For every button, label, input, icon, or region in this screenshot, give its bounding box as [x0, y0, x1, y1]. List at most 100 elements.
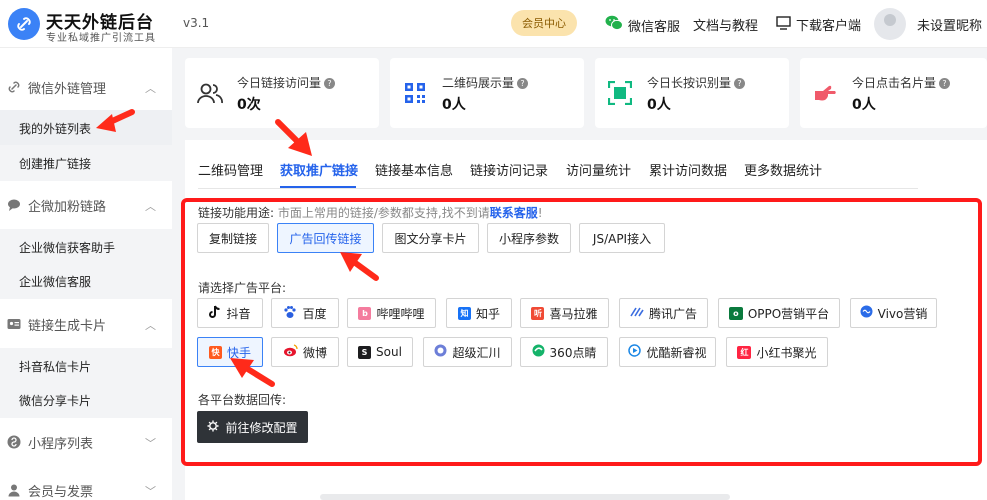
vip-center-button[interactable]: 会员中心 [511, 10, 577, 36]
edit-config-button[interactable]: 前往修改配置 [197, 411, 308, 443]
active-tab-indicator [280, 186, 356, 188]
sidebar-section-label: 链接生成卡片 [28, 318, 107, 334]
platform-baidu-button[interactable]: 百度 [271, 298, 339, 328]
callback-label: 各平台数据回传: [198, 393, 287, 407]
tab-access-log[interactable]: 链接访问记录 [470, 160, 548, 179]
stat-label: 今日长按识别量? [647, 74, 746, 91]
sidebar-section-label: 会员与发票 [28, 484, 94, 500]
user-icon [6, 482, 22, 498]
baidu-paw-icon [283, 305, 297, 322]
button-label: Soul [376, 345, 402, 359]
stat-card-namecard: 今日点击名片量? 0人 [800, 58, 987, 128]
red-arrow-annotation-icon [340, 252, 379, 281]
button-label: 小红书聚光 [756, 345, 817, 360]
button-label: 喜马拉雅 [549, 306, 598, 321]
tab-link-info[interactable]: 链接基本信息 [375, 160, 453, 179]
button-label: 360点睛 [549, 345, 597, 360]
tab-cumulative-data[interactable]: 累计访问数据 [649, 160, 727, 179]
sidebar-section-cards[interactable]: 链接生成卡片 ︿ [0, 304, 172, 344]
platform-vivo-button[interactable]: Vivo营销 [850, 298, 937, 328]
platform-360-button[interactable]: 360点睛 [520, 337, 608, 367]
download-client-link[interactable]: 下载客户端 [776, 15, 861, 34]
pointing-hand-icon [812, 80, 838, 106]
miniprogram-params-button[interactable]: 小程序参数 [487, 223, 571, 253]
avatar[interactable] [874, 8, 906, 40]
ximalaya-icon: 听 [531, 306, 545, 320]
help-icon[interactable]: ? [939, 78, 951, 89]
scan-icon [607, 80, 633, 106]
monitor-icon [776, 15, 791, 34]
tab-get-promo-link[interactable]: 获取推广链接 [280, 160, 358, 179]
button-label: 前往修改配置 [225, 420, 298, 435]
platform-soul-button[interactable]: S Soul [347, 337, 413, 367]
stat-label: 今日链接访问量? [237, 74, 336, 91]
copy-link-button[interactable]: 复制链接 [197, 223, 269, 253]
sidebar: 微信外链管理 ︿ 我的外链列表 创建推广链接 企微加粉链路 ︿ 企业微信获客助手… [0, 48, 172, 500]
usage-hint: 市面上常用的链接/参数都支持,找不到请 [277, 206, 490, 220]
username[interactable]: 未设置昵称 [917, 15, 982, 34]
stat-value: 0次 [237, 97, 261, 113]
chevron-down-icon: ﹀ [145, 485, 156, 498]
red-arrow-annotation-icon [230, 358, 275, 387]
sidebar-section-miniprogram[interactable]: 小程序列表 ﹀ [0, 422, 172, 462]
stat-value: 0人 [442, 97, 466, 113]
usage-note: 链接功能用途: 市面上常用的链接/参数都支持,找不到请联系客服! [198, 204, 543, 221]
platform-huichuan-button[interactable]: 超级汇川 [423, 337, 512, 367]
platform-douyin-button[interactable]: 抖音 [197, 298, 263, 328]
chevron-up-icon: ︿ [145, 82, 156, 95]
sidebar-item-label: 微信分享卡片 [19, 393, 92, 408]
stat-value: 0人 [647, 97, 671, 113]
help-icon[interactable]: ? [324, 78, 336, 89]
wechat-service-link[interactable]: 微信客服 [605, 15, 680, 35]
douyin-icon [209, 305, 221, 322]
sidebar-item-create-link[interactable]: 创建推广链接 [0, 145, 172, 181]
sidebar-item-my-links[interactable]: 我的外链列表 [0, 110, 172, 146]
sidebar-section-label: 企微加粉链路 [28, 199, 107, 215]
bilibili-icon: b [358, 306, 372, 320]
chevron-up-icon: ︿ [145, 200, 156, 213]
stat-label: 二维码展示量? [442, 74, 529, 91]
platform-xiaohongshu-button[interactable]: 红 小红书聚光 [726, 337, 828, 367]
platform-weibo-button[interactable]: 微博 [271, 337, 339, 367]
sidebar-section-wechat-links[interactable]: 微信外链管理 ︿ [0, 67, 172, 107]
platform-youku-button[interactable]: 优酷新睿视 [619, 337, 716, 367]
ad-callback-link-button[interactable]: 广告回传链接 [277, 223, 374, 253]
stat-card-qrcode: 二维码展示量? 0人 [390, 58, 584, 128]
qrcode-icon [402, 80, 428, 106]
article-card-button[interactable]: 图文分享卡片 [382, 223, 479, 253]
sidebar-item-douyin-card[interactable]: 抖音私信卡片 [0, 348, 172, 384]
miniprogram-icon [6, 434, 22, 450]
sidebar-item-wechat-card[interactable]: 微信分享卡片 [0, 382, 172, 418]
help-icon[interactable]: ? [734, 78, 746, 89]
button-label: 知乎 [475, 306, 500, 321]
stat-label: 今日点击名片量? [852, 74, 951, 91]
link-icon [6, 79, 22, 95]
docs-link[interactable]: 文档与教程 [693, 15, 758, 34]
sidebar-section-wecom[interactable]: 企微加粉链路 ︿ [0, 185, 172, 225]
sidebar-section-label: 小程序列表 [28, 436, 94, 452]
sidebar-item-label: 企业微信客服 [19, 274, 92, 289]
platform-tencent-ads-button[interactable]: 腾讯广告 [619, 298, 708, 328]
usage-end: ! [537, 206, 543, 220]
help-icon[interactable]: ? [517, 78, 529, 89]
platform-ximalaya-button[interactable]: 听 喜马拉雅 [520, 298, 609, 328]
gear-icon [207, 420, 219, 435]
bottom-scrollbar[interactable] [320, 494, 730, 500]
platform-bilibili-button[interactable]: b 哔哩哔哩 [347, 298, 436, 328]
platform-oppo-button[interactable]: o OPPO营销平台 [718, 298, 840, 328]
js-api-button[interactable]: JS/API接入 [579, 223, 665, 253]
tab-qrcode-manage[interactable]: 二维码管理 [198, 160, 263, 179]
tab-more-stats[interactable]: 更多数据统计 [744, 160, 822, 179]
xiaohongshu-icon: 红 [737, 345, 752, 359]
sidebar-section-membership[interactable]: 会员与发票 ﹀ [0, 470, 172, 500]
platform-zhihu-button[interactable]: 知 知乎 [446, 298, 512, 328]
wechat-service-label: 微信客服 [628, 19, 681, 35]
chevron-up-icon: ︿ [145, 319, 156, 332]
sidebar-item-wecom-service[interactable]: 企业微信客服 [0, 263, 172, 299]
sidebar-item-wecom-assistant[interactable]: 企业微信获客助手 [0, 229, 172, 265]
contact-service-link[interactable]: 联系客服 [490, 206, 538, 220]
usage-label: 链接功能用途: [198, 206, 275, 220]
button-label: 百度 [302, 306, 327, 321]
tab-visit-stats[interactable]: 访问量统计 [566, 160, 631, 179]
tab-divider [198, 188, 918, 189]
